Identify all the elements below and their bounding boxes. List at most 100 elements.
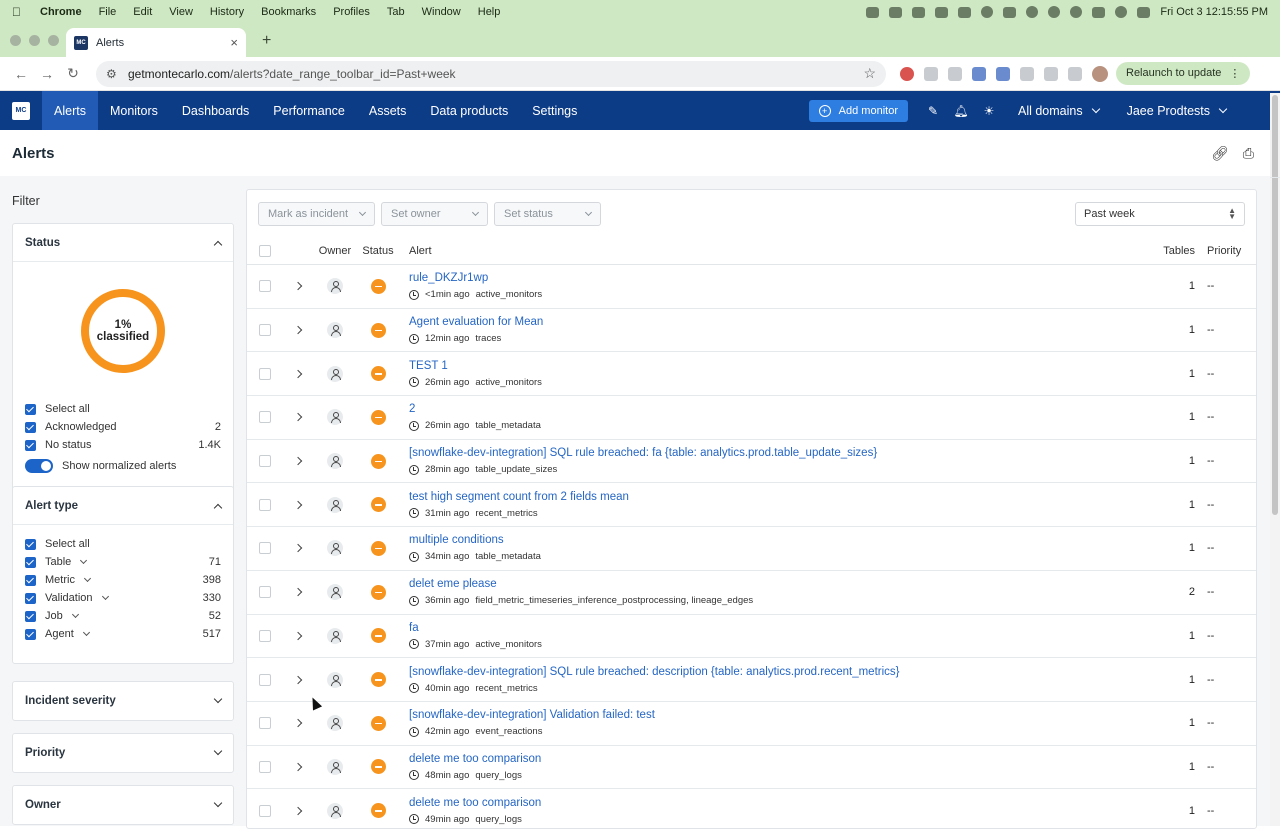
row-priority[interactable]: -- <box>1195 586 1253 598</box>
no-status-icon[interactable] <box>370 322 386 338</box>
wifi-icon[interactable] <box>1115 6 1128 18</box>
alert-title-link[interactable]: 2 <box>409 403 1145 415</box>
row-checkbox[interactable] <box>259 498 271 511</box>
row-priority[interactable]: -- <box>1195 674 1253 686</box>
menubar-clock[interactable]: Fri Oct 3 12:15:55 PM <box>1160 6 1268 18</box>
page-scrollbar[interactable] <box>1270 93 1280 826</box>
row-priority[interactable]: -- <box>1195 761 1253 773</box>
extension-icon[interactable] <box>924 66 938 81</box>
menu-history[interactable]: History <box>210 6 244 18</box>
chevron-down-icon[interactable] <box>213 746 223 756</box>
export-icon[interactable]: ⎙ <box>1243 145 1254 162</box>
alert-title-link[interactable]: delete me too comparison <box>409 753 1145 765</box>
checkbox[interactable] <box>25 556 36 568</box>
alert-type-metric[interactable]: Metric 398 <box>13 571 233 589</box>
no-status-icon[interactable] <box>370 803 386 819</box>
status-no-status[interactable]: No status 1.4K <box>13 436 233 454</box>
alert-column-header[interactable]: Alert <box>399 245 1145 257</box>
status-acknowledged[interactable]: Acknowledged 2 <box>13 418 233 436</box>
row-checkbox[interactable] <box>259 717 271 730</box>
menu-tab[interactable]: Tab <box>387 6 405 18</box>
status-column-header[interactable]: Status <box>357 245 399 257</box>
browser-tab-alerts[interactable]: MC Alerts × <box>66 28 246 57</box>
no-status-icon[interactable] <box>370 584 386 600</box>
chevron-up-icon[interactable] <box>213 240 223 249</box>
user-icon[interactable] <box>327 409 343 426</box>
expand-chevron-icon[interactable] <box>83 574 91 583</box>
menu-edit[interactable]: Edit <box>133 6 152 18</box>
row-priority[interactable]: -- <box>1195 280 1253 292</box>
minimize-window-button[interactable] <box>29 35 40 46</box>
site-settings-icon[interactable]: ⚙ <box>106 67 120 81</box>
no-status-icon[interactable] <box>370 715 386 731</box>
date-range-select[interactable]: Past week ▲ ▼ <box>1075 202 1245 226</box>
alert-title-link[interactable]: TEST 1 <box>409 360 1145 372</box>
table-row[interactable]: rule_DKZJr1wp <1min ago active_monitors … <box>247 265 1256 309</box>
status-select-all[interactable]: Select all <box>13 400 233 418</box>
menu-file[interactable]: File <box>99 6 117 18</box>
nav-assets[interactable]: Assets <box>357 91 419 130</box>
normalized-alerts-toggle[interactable] <box>25 459 53 473</box>
chevron-down-icon[interactable] <box>213 694 223 704</box>
checkbox[interactable] <box>25 574 36 586</box>
row-checkbox[interactable] <box>259 673 271 686</box>
nav-data-products[interactable]: Data products <box>418 91 520 130</box>
maximize-window-button[interactable] <box>48 35 59 46</box>
row-checkbox[interactable] <box>259 324 271 337</box>
user-menu[interactable]: Jaee Prodtests <box>1127 104 1228 118</box>
zoom-icon[interactable] <box>889 6 903 18</box>
mark-as-incident-select[interactable]: Mark as incident <box>258 202 375 226</box>
chevron-right-icon[interactable] <box>293 675 303 684</box>
row-checkbox[interactable] <box>259 455 271 468</box>
chevron-right-icon[interactable] <box>293 282 303 291</box>
row-priority[interactable]: -- <box>1195 630 1253 642</box>
select-all-checkbox[interactable] <box>259 245 271 257</box>
pen-icon[interactable]: ✎ <box>924 104 942 118</box>
table-row[interactable]: delete me too comparison 48min ago query… <box>247 746 1256 790</box>
nav-monitors[interactable]: Monitors <box>98 91 170 130</box>
lock-icon[interactable] <box>935 6 949 18</box>
close-tab-icon[interactable]: × <box>230 35 238 50</box>
table-row[interactable]: delet eme please 36min ago field_metric_… <box>247 571 1256 615</box>
user-icon[interactable] <box>327 278 343 295</box>
chevron-right-icon[interactable] <box>293 762 303 772</box>
priority-header[interactable]: Priority <box>13 734 233 772</box>
priority-column-header[interactable]: Priority <box>1195 245 1253 257</box>
table-row[interactable]: fa 37min ago active_monitors 1 -- <box>247 615 1256 659</box>
row-priority[interactable]: -- <box>1195 717 1253 729</box>
play-icon[interactable] <box>1070 6 1083 18</box>
row-priority[interactable]: -- <box>1195 499 1253 511</box>
user-icon[interactable] <box>327 496 343 513</box>
no-status-icon[interactable] <box>370 497 386 513</box>
row-priority[interactable]: -- <box>1195 455 1253 467</box>
chevron-right-icon[interactable] <box>293 631 303 641</box>
user-icon[interactable] <box>327 627 343 644</box>
expand-chevron-icon[interactable] <box>71 610 79 619</box>
row-checkbox[interactable] <box>259 542 271 555</box>
tables-column-header[interactable]: Tables <box>1145 245 1195 257</box>
chevron-right-icon[interactable] <box>293 456 303 466</box>
set-status-select[interactable]: Set status <box>494 202 601 226</box>
screen-icon[interactable] <box>866 6 880 18</box>
alert-type-validation[interactable]: Validation 330 <box>13 589 233 607</box>
chevron-right-icon[interactable] <box>293 587 303 597</box>
lightbulb-icon[interactable]: ☀ <box>980 104 998 118</box>
menu-help[interactable]: Help <box>478 6 501 18</box>
alert-type-job[interactable]: Job 52 <box>13 607 233 625</box>
chevron-right-icon[interactable] <box>293 806 303 815</box>
row-checkbox[interactable] <box>259 760 271 773</box>
user-icon[interactable] <box>327 758 343 775</box>
user-icon[interactable] <box>327 715 343 732</box>
owner-column-header[interactable]: Owner <box>313 245 357 257</box>
no-status-icon[interactable] <box>370 453 386 469</box>
menu-window[interactable]: Window <box>422 6 461 18</box>
checkbox[interactable] <box>25 592 36 604</box>
profile-avatar[interactable] <box>1092 65 1108 82</box>
nav-dashboards[interactable]: Dashboards <box>170 91 261 130</box>
no-status-icon[interactable] <box>370 759 386 775</box>
checkbox[interactable] <box>25 610 36 622</box>
puzzle-extensions-icon[interactable] <box>1044 66 1058 81</box>
chevron-right-icon[interactable] <box>293 544 303 553</box>
user-icon[interactable] <box>327 540 343 557</box>
menu-app-name[interactable]: Chrome <box>40 6 82 18</box>
